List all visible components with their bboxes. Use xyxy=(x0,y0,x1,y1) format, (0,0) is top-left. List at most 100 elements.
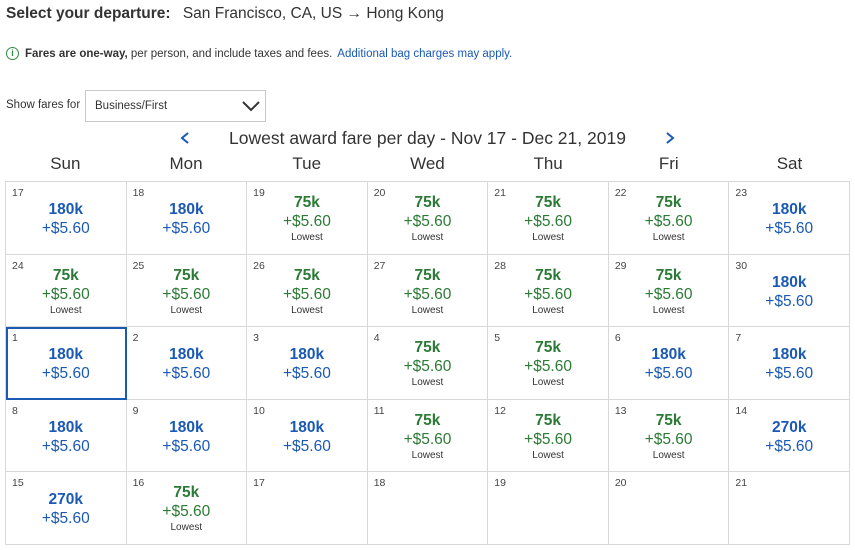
fare-miles: 180k xyxy=(48,346,84,364)
fare-miles: 75k xyxy=(173,266,200,284)
fare-block: 180k +$5.60 xyxy=(6,418,126,456)
fare-block: 180k +$5.60 xyxy=(729,345,849,383)
lowest-fare-label: Lowest xyxy=(652,232,685,243)
calendar-day-cell[interactable]: 19 75k +$5.60 Lowest xyxy=(247,182,368,255)
calendar-day-cell[interactable]: 7 180k +$5.60 xyxy=(729,327,850,400)
calendar-day-cell[interactable]: 17 180k +$5.60 xyxy=(6,182,127,255)
fare-taxes: +$5.60 xyxy=(283,285,331,303)
calendar-day-cell[interactable]: 10 180k +$5.60 xyxy=(247,399,368,473)
fare-miles: 180k xyxy=(771,201,807,218)
fare-miles: 270k xyxy=(48,491,84,509)
fare-miles: 75k xyxy=(655,266,682,284)
fare-block: 180k +$5.60 xyxy=(6,345,126,383)
calendar-day-cell[interactable]: 5 75k +$5.60 Lowest xyxy=(488,327,609,400)
fare-miles: 75k xyxy=(535,411,561,429)
fare-taxes: +$5.60 xyxy=(524,213,572,230)
weekday-thu: Thu xyxy=(533,154,563,173)
fare-taxes: +$5.60 xyxy=(41,285,90,303)
calendar-day-cell[interactable]: 14 270k +$5.60 xyxy=(729,399,850,473)
bag-charges-link[interactable]: Additional bag charges may apply. xyxy=(337,48,512,60)
calendar-day-cell[interactable]: 19 xyxy=(488,472,609,545)
calendar-day-cell[interactable]: 3 180k +$5.60 xyxy=(247,327,368,400)
fare-taxes: +$5.60 xyxy=(162,437,211,455)
calendar-day-cell[interactable]: 6 180k +$5.60 xyxy=(608,327,730,400)
day-number: 6 xyxy=(614,332,621,345)
calendar-day-cell[interactable]: 20 xyxy=(608,472,730,545)
lowest-fare-label: Lowest xyxy=(170,522,203,534)
calendar-day-cell[interactable]: 30 180k +$5.60 xyxy=(729,254,850,328)
fare-filter-label: Show fares for xyxy=(6,99,81,111)
fare-block: 75k +$5.60 Lowest xyxy=(488,266,608,317)
calendar-day-cell[interactable]: 25 75k +$5.60 Lowest xyxy=(126,254,248,328)
lowest-fare-label: Lowest xyxy=(411,449,444,461)
fare-taxes: +$5.60 xyxy=(765,365,814,383)
fare-taxes: +$5.60 xyxy=(403,358,452,376)
departure-label: Select your departure: xyxy=(6,5,171,22)
calendar-grid: 17 180k +$5.60 18 180k +$5.60 19 75k +$5.60 Lowes… xyxy=(5,181,850,545)
day-number: 19 xyxy=(494,477,506,490)
day-number: 17 xyxy=(12,187,24,199)
fare-block: 75k +$5.60 Lowest xyxy=(368,193,488,244)
calendar-day-cell[interactable]: 12 75k +$5.60 Lowest xyxy=(488,399,609,473)
day-number: 1 xyxy=(12,332,18,345)
calendar-day-cell[interactable]: 4 75k +$5.60 Lowest xyxy=(367,327,489,400)
fare-block: 75k +$5.60 Lowest xyxy=(368,411,488,462)
calendar-day-cell[interactable]: 23 180k +$5.60 xyxy=(729,182,850,255)
lowest-fare-label: Lowest xyxy=(652,304,685,316)
fare-miles: 75k xyxy=(414,194,441,211)
calendar-day-cell[interactable]: 18 180k +$5.60 xyxy=(126,182,248,255)
fare-block: 75k +$5.60 Lowest xyxy=(609,193,729,244)
calendar-day-cell[interactable]: 18 xyxy=(367,472,489,545)
calendar-day-cell[interactable]: 27 75k +$5.60 Lowest xyxy=(367,254,489,328)
weekday-wed: Wed xyxy=(410,154,445,173)
fare-block: 75k +$5.60 Lowest xyxy=(127,266,247,317)
calendar-day-cell[interactable]: 8 180k +$5.60 xyxy=(6,399,127,473)
day-number: 9 xyxy=(132,404,139,417)
fare-block: 75k +$5.60 Lowest xyxy=(368,266,488,317)
calendar-day-cell[interactable]: 20 75k +$5.60 Lowest xyxy=(367,182,489,255)
day-number: 23 xyxy=(735,187,748,199)
fare-block: 180k +$5.60 xyxy=(247,418,367,456)
fare-miles: 75k xyxy=(52,266,79,284)
route-text: San Francisco, CA, US → Hong Kong xyxy=(182,5,444,22)
calendar-day-cell[interactable]: 29 75k +$5.60 Lowest xyxy=(608,254,730,328)
fare-taxes: +$5.60 xyxy=(283,437,331,455)
fare-taxes: +$5.60 xyxy=(283,365,331,383)
lowest-fare-label: Lowest xyxy=(291,304,323,316)
fare-miles: 180k xyxy=(169,201,204,218)
calendar-day-cell[interactable]: 28 75k +$5.60 Lowest xyxy=(488,254,609,328)
calendar-day-cell[interactable]: 16 75k +$5.60 Lowest xyxy=(126,472,248,545)
fare-miles: 270k xyxy=(771,418,807,436)
notice-text: per person, and include taxes and fees. xyxy=(130,47,333,60)
calendar-day-cell[interactable]: 22 75k +$5.60 Lowest xyxy=(608,182,730,255)
cabin-class-select[interactable]: Business/First xyxy=(85,90,266,122)
lowest-fare-label: Lowest xyxy=(291,232,323,243)
info-icon: i xyxy=(6,47,19,60)
fare-miles: 180k xyxy=(48,418,84,436)
calendar-day-cell[interactable]: 21 75k +$5.60 Lowest xyxy=(488,182,609,255)
day-number: 21 xyxy=(735,477,748,490)
fare-miles: 180k xyxy=(48,201,84,218)
fare-miles: 75k xyxy=(293,194,320,211)
calendar-day-cell[interactable]: 11 75k +$5.60 Lowest xyxy=(367,399,489,473)
calendar-day-cell[interactable]: 26 75k +$5.60 Lowest xyxy=(247,254,368,328)
calendar-day-cell[interactable]: 13 75k +$5.60 Lowest xyxy=(608,399,730,473)
calendar-day-cell[interactable]: 9 180k +$5.60 xyxy=(126,399,248,473)
fare-taxes: +$5.60 xyxy=(644,213,693,230)
calendar-title: Lowest award fare per day - Nov 17 - Dec… xyxy=(229,128,626,148)
calendar-day-cell[interactable]: 15 270k +$5.60 xyxy=(6,472,127,545)
calendar-day-cell[interactable]: 21 xyxy=(729,472,850,545)
calendar-day-cell[interactable]: 2 180k +$5.60 xyxy=(126,327,248,400)
day-number: 7 xyxy=(735,332,742,345)
next-month-button[interactable] xyxy=(664,131,676,150)
lowest-fare-label: Lowest xyxy=(652,449,685,461)
calendar-day-cell[interactable]: 1 180k +$5.60 xyxy=(6,327,127,400)
fare-miles: 180k xyxy=(289,346,325,364)
fare-taxes: +$5.60 xyxy=(644,430,693,448)
day-number: 14 xyxy=(735,404,748,417)
fare-block: 180k +$5.60 xyxy=(127,418,247,456)
notice-bold-text: Fares are one-way, xyxy=(25,47,128,60)
fare-taxes: +$5.60 xyxy=(765,292,814,310)
calendar-day-cell[interactable]: 17 xyxy=(247,472,368,545)
calendar-day-cell[interactable]: 24 75k +$5.60 Lowest xyxy=(6,254,127,328)
